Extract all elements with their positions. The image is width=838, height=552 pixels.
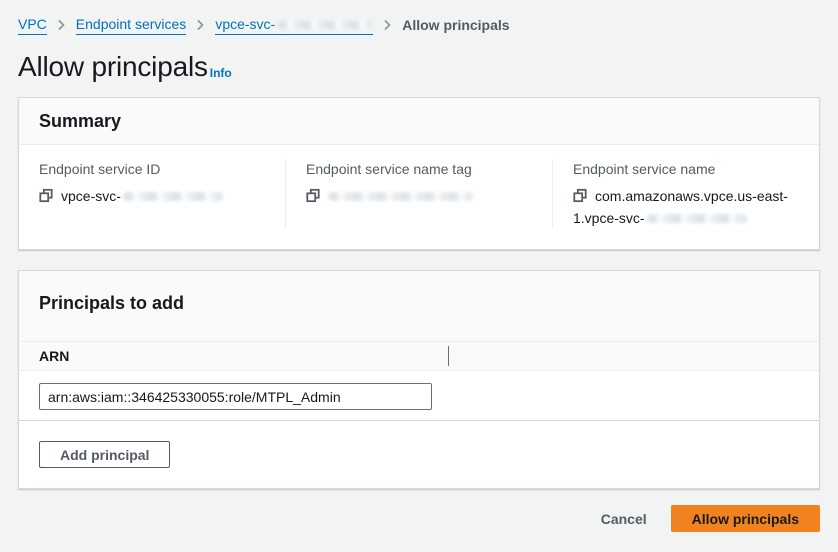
table-header-row: ARN [19,341,819,371]
cancel-button[interactable]: Cancel [601,511,647,527]
allow-principals-button[interactable]: Allow principals [671,505,820,532]
form-actions: Cancel Allow principals [18,505,820,552]
value-prefix: vpce-svc- [61,188,121,204]
principals-card: Principals to add ARN Add principal [18,270,820,489]
add-principal-row: Add principal [19,421,819,488]
column-resize-handle[interactable] [448,346,449,366]
copy-icon[interactable] [306,188,320,206]
summary-card: Summary Endpoint service ID vpce-svc- En… [18,97,820,250]
page: VPC Endpoint services vpce-svc- Allow pr… [0,0,838,552]
copy-icon[interactable] [39,188,53,206]
summary-field-endpoint-service-id: Endpoint service ID vpce-svc- [19,159,285,229]
field-value: vpce-svc- [39,185,265,207]
copy-icon[interactable] [573,188,587,206]
page-header: Allow principals Info [18,50,820,83]
arn-column-header: ARN [39,348,69,364]
arn-input-row [19,371,819,421]
principals-heading: Principals to add [19,271,819,341]
arn-input[interactable] [39,383,432,410]
redacted-text [647,214,747,223]
breadcrumb-service-id-prefix: vpce-svc- [215,16,275,32]
summary-body: Endpoint service ID vpce-svc- Endpoint s… [19,145,819,249]
summary-field-endpoint-service-name-tag: Endpoint service name tag [285,159,552,229]
breadcrumb-current-page: Allow principals [402,16,509,34]
page-title: Allow principals [18,50,208,83]
field-value: com.amazonaws.vpce.us-east-1.vpce-svc- [573,185,799,229]
field-label: Endpoint service name tag [306,159,532,179]
breadcrumb-chevron-icon [383,19,392,31]
field-label: Endpoint service name [573,159,799,179]
redacted-text [328,192,473,201]
add-principal-button[interactable]: Add principal [39,441,170,468]
breadcrumb-endpoint-services[interactable]: Endpoint services [76,15,187,35]
breadcrumb: VPC Endpoint services vpce-svc- Allow pr… [18,15,820,35]
breadcrumb-chevron-icon [196,19,205,31]
redacted-text [277,21,373,29]
field-value [306,185,532,207]
summary-heading: Summary [19,98,819,145]
field-label: Endpoint service ID [39,159,265,179]
breadcrumb-vpc[interactable]: VPC [18,15,47,35]
breadcrumb-chevron-icon [57,19,66,31]
breadcrumb-endpoint-service-id[interactable]: vpce-svc- [215,15,373,35]
redacted-text [123,192,223,201]
info-link[interactable]: Info [210,66,232,83]
summary-field-endpoint-service-name: Endpoint service name com.amazonaws.vpce… [552,159,819,229]
